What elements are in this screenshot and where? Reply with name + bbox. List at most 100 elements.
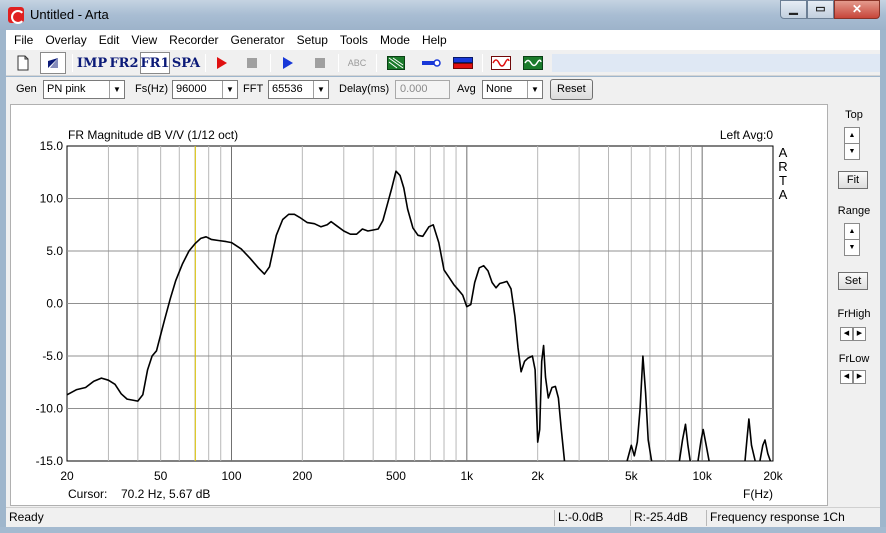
menu-overlay[interactable]: Overlay <box>39 30 92 50</box>
toolbar-separator <box>270 54 271 72</box>
arta-brand-letter: A <box>779 187 788 202</box>
sine-wave-icon <box>491 56 511 70</box>
response-curve-segment <box>66 170 566 462</box>
probe-button[interactable] <box>418 52 444 74</box>
status-mode: Frequency response 1Ch <box>706 510 866 526</box>
x-tick-label: 1k <box>460 469 474 483</box>
generator-settings-bar: Gen PN pink ▼ Fs(Hz) 96000 ▼ FFT 65536 ▼… <box>6 77 880 101</box>
oscilloscope-button[interactable] <box>520 52 546 74</box>
toolbar-separator <box>205 54 206 72</box>
frhigh-left-button[interactable]: ◀ <box>840 327 853 341</box>
abc-button[interactable]: ABC <box>344 52 370 74</box>
x-tick-label: 2k <box>531 469 545 483</box>
fr1-mode-button[interactable]: FR1 <box>140 52 170 74</box>
toolbar-separator <box>376 54 377 72</box>
generator-value: PN pink <box>47 83 86 95</box>
x-tick-label: 200 <box>292 469 312 483</box>
y-tick-label: -10.0 <box>36 402 64 416</box>
fr2-mode-button[interactable]: FR2 <box>109 52 138 74</box>
generator-select[interactable]: PN pink ▼ <box>43 80 125 99</box>
status-right-level: R:-25.4dB <box>630 510 704 526</box>
triangle-up-icon: ▲ <box>848 228 856 235</box>
sample-rate-select[interactable]: 96000 ▼ <box>172 80 238 99</box>
top-down-button[interactable]: ▼ <box>844 143 860 160</box>
menu-bar: File Overlay Edit View Recorder Generato… <box>6 30 880 50</box>
level-meter-button[interactable] <box>450 52 476 74</box>
level-meter-icon <box>453 57 473 69</box>
smoothing-icon <box>387 56 405 70</box>
minimize-button[interactable]: ▁ <box>780 0 807 19</box>
frhigh-right-button[interactable]: ▶ <box>853 327 866 341</box>
cursor-readout: 70.2 Hz, 5.67 dB <box>121 487 210 501</box>
generator-stop-button[interactable] <box>308 52 332 74</box>
title-bar: Untitled - Arta ▁ ▭ ✕ <box>0 0 886 30</box>
new-document-button[interactable] <box>12 52 34 74</box>
close-button[interactable]: ✕ <box>834 0 880 19</box>
menu-view[interactable]: View <box>125 30 163 50</box>
spectrum-mode-button[interactable]: SPA <box>172 52 200 74</box>
window-frame-bottom <box>0 527 886 533</box>
chart-ticks: 15.0 10.0 5.0 0.0 -5.0 -10.0 -15.020 50 100 200 50… <box>36 139 784 483</box>
triangle-down-icon: ▼ <box>848 148 856 155</box>
x-axis-unit: F(Hz) <box>743 487 773 501</box>
probe-icon <box>422 59 441 67</box>
y-tick-label: -5.0 <box>42 349 63 363</box>
menu-file[interactable]: File <box>8 30 39 50</box>
menu-edit[interactable]: Edit <box>93 30 126 50</box>
x-tick-label: 20 <box>60 469 74 483</box>
stop-record-button[interactable] <box>240 52 264 74</box>
toolbar-empty-area <box>552 54 880 72</box>
menu-mode[interactable]: Mode <box>374 30 416 50</box>
arta-app-icon <box>8 7 25 24</box>
record-play-icon <box>217 57 227 69</box>
cursor-label: Cursor: <box>68 487 107 501</box>
x-tick-label: 5k <box>625 469 639 483</box>
reset-button[interactable]: Reset <box>550 79 593 100</box>
smoothing-button[interactable] <box>384 52 408 74</box>
chevron-down-icon: ▼ <box>109 81 124 98</box>
generator-play-button[interactable] <box>276 52 300 74</box>
signal-generator-button[interactable] <box>488 52 514 74</box>
menu-tools[interactable]: Tools <box>334 30 374 50</box>
oscilloscope-icon <box>523 56 543 70</box>
triangle-right-icon: ▶ <box>856 330 863 337</box>
frequency-response-graph[interactable]: 15.0 10.0 5.0 0.0 -5.0 -10.0 -15.0 20 50 100 200 50… <box>10 104 828 506</box>
abc-icon: ABC <box>347 58 367 68</box>
menu-recorder[interactable]: Recorder <box>163 30 224 50</box>
chevron-down-icon: ▼ <box>313 81 328 98</box>
fft-label: FFT <box>243 83 264 95</box>
record-button[interactable] <box>210 52 234 74</box>
graph-title: FR Magnitude dB V/V (1/12 oct) <box>68 128 238 142</box>
toolbar-separator <box>482 54 483 72</box>
range-down-button[interactable]: ▼ <box>844 239 860 256</box>
menu-setup[interactable]: Setup <box>291 30 334 50</box>
delay-input[interactable]: 0.000 <box>395 80 450 99</box>
frlow-right-button[interactable]: ▶ <box>853 370 866 384</box>
triangle-right-icon: ▶ <box>856 373 863 380</box>
x-tick-label: 20k <box>763 469 783 483</box>
top-up-button[interactable]: ▲ <box>844 127 860 144</box>
chevron-down-icon: ▼ <box>527 81 542 98</box>
fit-button[interactable]: Fit <box>838 171 868 189</box>
y-tick-label: 15.0 <box>40 139 64 153</box>
menu-help[interactable]: Help <box>416 30 453 50</box>
response-curve-segment <box>697 428 710 462</box>
client-area: 15.0 10.0 5.0 0.0 -5.0 -10.0 -15.0 20 50 100 200 50… <box>6 101 880 507</box>
frlow-left-button[interactable]: ◀ <box>840 370 853 384</box>
cursor-mode-button[interactable] <box>40 52 66 74</box>
menu-generator[interactable]: Generator <box>225 30 291 50</box>
maximize-button[interactable]: ▭ <box>807 0 834 19</box>
chart-grid <box>66 145 774 462</box>
x-tick-label: 500 <box>386 469 406 483</box>
averaging-select[interactable]: None ▼ <box>482 80 543 99</box>
triangle-left-icon: ◀ <box>843 330 850 337</box>
triangle-up-icon: ▲ <box>848 132 856 139</box>
x-tick-label: 10k <box>692 469 712 483</box>
minimize-icon: ▁ <box>789 3 798 15</box>
impulse-mode-button[interactable]: IMP <box>77 52 107 74</box>
range-up-button[interactable]: ▲ <box>844 223 860 240</box>
set-button[interactable]: Set <box>838 272 868 290</box>
fft-size-select[interactable]: 65536 ▼ <box>268 80 329 99</box>
maximize-icon: ▭ <box>815 3 826 15</box>
status-left-level: L:-0.0dB <box>554 510 628 526</box>
